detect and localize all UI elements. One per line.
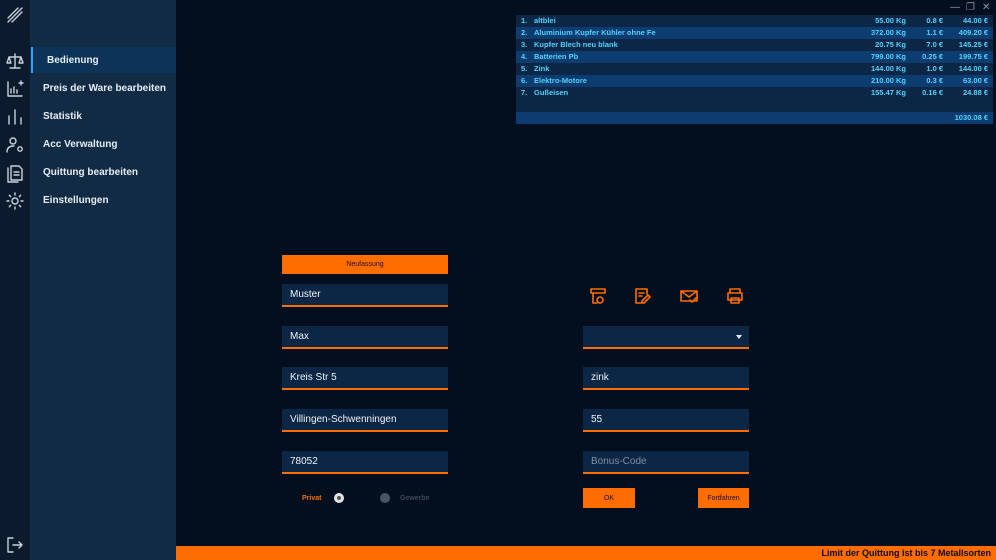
table-row[interactable]: 6. Elektro-Motore 210.00 Kg 0.3 € 63.00 … (516, 75, 993, 87)
row-weight: 155.47 Kg (870, 88, 906, 97)
radio-dot (337, 496, 341, 500)
row-material: Elektro-Motore (534, 76, 587, 85)
quantity-field[interactable]: 55 (583, 409, 749, 432)
row-material: Kupfer Blech neu blank (534, 40, 618, 49)
grand-total-row: 1030.08 € (516, 112, 993, 124)
scale-icon[interactable] (4, 50, 26, 72)
table-row[interactable]: 7. Gußeisen 155.47 Kg 0.16 € 24.88 € (516, 87, 993, 99)
row-price: 1.1 € (926, 28, 943, 37)
documents-icon[interactable] (4, 162, 26, 184)
logout-icon[interactable] (4, 534, 26, 556)
preview-receipt-icon[interactable] (588, 286, 608, 306)
row-number: 7. (521, 88, 528, 97)
print-icon[interactable] (725, 286, 745, 306)
row-material: Aluminium Kupfer Kühler ohne Fe (534, 28, 656, 37)
nav-item-einstellungen[interactable]: Einstellungen (31, 187, 176, 213)
row-total: 44.00 € (962, 16, 988, 25)
business-radio[interactable] (380, 493, 390, 503)
nav-item-preis-bearbeiten[interactable]: Preis der Ware bearbeiten (31, 75, 176, 101)
new-receipt-button[interactable]: Neufassung (282, 255, 448, 274)
row-material: Batterien Pb (534, 52, 579, 61)
row-number: 5. (521, 64, 528, 73)
nav-item-statistik[interactable]: Statistik (31, 103, 176, 129)
table-row[interactable]: 2. Aluminium Kupfer Kühler ohne Fe 372.0… (516, 27, 993, 39)
table-row[interactable]: 1. altblei 55.00 Kg 0.8 € 44.00 € (516, 15, 993, 27)
nav-item-bedienung[interactable]: Bedienung (31, 47, 176, 73)
row-total: 409.20 € (958, 28, 988, 37)
receipt-items-table: 1. altblei 55.00 Kg 0.8 € 44.00 € 2. Alu… (516, 15, 993, 124)
row-price: 0.3 € (926, 76, 943, 85)
private-radio-label: Privat (302, 495, 322, 502)
street-field[interactable]: Kreis Str 5 (282, 367, 448, 390)
bonus-code-field[interactable]: Bonus-Code (583, 451, 749, 474)
close-button[interactable]: ✕ (982, 2, 990, 14)
minimize-button[interactable]: — (950, 2, 960, 14)
gear-icon[interactable] (4, 190, 26, 212)
nav-item-quittung-bearbeiten[interactable]: Quittung bearbeiten (31, 159, 176, 185)
row-total: 199.75 € (958, 52, 988, 61)
table-row[interactable]: 5. Zink 144.00 Kg 1.0 € 144.00 € (516, 63, 993, 75)
row-price: 0.25 € (922, 52, 943, 61)
row-weight: 144.00 Kg (870, 64, 906, 73)
last-name-field[interactable]: Muster (282, 284, 448, 307)
status-message-bar: Limit der Quittung ist bis 7 Metallsorte… (176, 546, 996, 560)
row-weight: 20.75 Kg (875, 40, 906, 49)
row-weight: 799.00 Kg (870, 52, 906, 61)
email-icon[interactable] (679, 286, 699, 306)
material-field[interactable]: zink (583, 367, 749, 390)
row-material: Zink (534, 64, 550, 73)
row-material: altblei (534, 16, 556, 25)
row-price: 1.0 € (926, 64, 943, 73)
row-weight: 210.00 Kg (870, 76, 906, 85)
edit-receipt-icon[interactable] (633, 286, 653, 306)
user-settings-icon[interactable] (4, 134, 26, 156)
row-number: 4. (521, 52, 528, 61)
nav-panel: Bedienung Preis der Ware bearbeiten Stat… (31, 0, 176, 560)
table-row[interactable]: 4. Batterien Pb 799.00 Kg 0.25 € 199.75 … (516, 51, 993, 63)
grand-total: 1030.08 € (954, 113, 988, 122)
table-row[interactable]: 3. Kupfer Blech neu blank 20.75 Kg 7.0 €… (516, 39, 993, 51)
row-total: 144.00 € (958, 64, 988, 73)
continue-button[interactable]: Fortfahren (698, 488, 749, 508)
ok-button[interactable]: OK (583, 488, 635, 508)
material-dropdown[interactable] (583, 326, 749, 349)
city-field[interactable]: Villingen-Schwenningen (282, 409, 448, 432)
restore-button[interactable]: ❐ (966, 2, 975, 14)
private-radio[interactable] (334, 493, 344, 503)
row-number: 1. (521, 16, 528, 25)
row-total: 24.88 € (962, 88, 988, 97)
row-number: 2. (521, 28, 528, 37)
first-name-field[interactable]: Max (282, 326, 448, 349)
chart-add-icon[interactable] (4, 78, 26, 100)
row-price: 0.16 € (922, 88, 943, 97)
row-price: 0.8 € (926, 16, 943, 25)
business-radio-label: Gewerbe (400, 495, 430, 502)
nav-item-acc-verwaltung[interactable]: Acc Verwaltung (31, 131, 176, 157)
row-number: 3. (521, 40, 528, 49)
row-price: 7.0 € (926, 40, 943, 49)
row-total: 63.00 € (962, 76, 988, 85)
row-total: 145.25 € (958, 40, 988, 49)
row-weight: 55.00 Kg (875, 16, 906, 25)
zip-field[interactable]: 78052 (282, 451, 448, 474)
row-number: 6. (521, 76, 528, 85)
hamburger-menu-icon[interactable] (4, 4, 26, 26)
app-window: Bedienung Preis der Ware bearbeiten Stat… (0, 0, 996, 560)
chevron-down-icon (736, 335, 742, 339)
icon-rail (0, 0, 31, 560)
row-weight: 372.00 Kg (870, 28, 906, 37)
row-material: Gußeisen (534, 88, 569, 97)
bar-chart-icon[interactable] (4, 106, 26, 128)
